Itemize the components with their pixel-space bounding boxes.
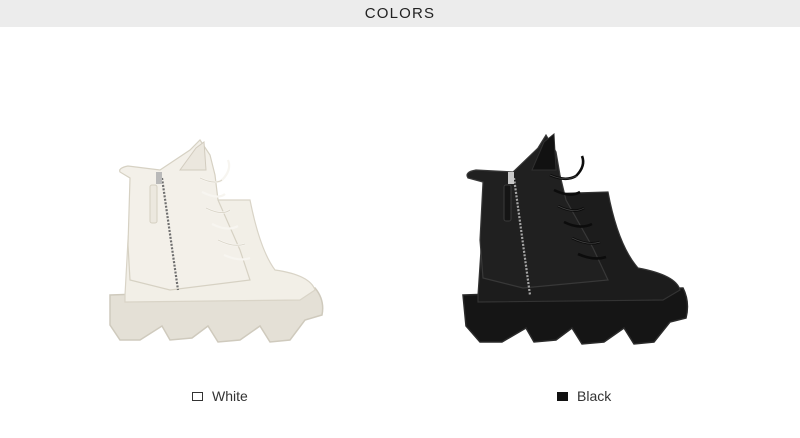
- color-label-white: White: [212, 388, 248, 404]
- section-title: COLORS: [364, 5, 436, 22]
- colors-section: COLORS White Black: [0, 0, 800, 438]
- color-option-white[interactable]: White: [192, 388, 248, 404]
- black-swatch-icon: [557, 391, 568, 401]
- white-swatch-icon: [192, 391, 203, 401]
- color-option-black[interactable]: Black: [557, 388, 611, 404]
- color-label-black: Black: [577, 388, 612, 404]
- white-boot-image[interactable]: [100, 130, 330, 350]
- section-header: COLORS: [0, 0, 800, 27]
- black-boot-image[interactable]: [458, 130, 698, 355]
